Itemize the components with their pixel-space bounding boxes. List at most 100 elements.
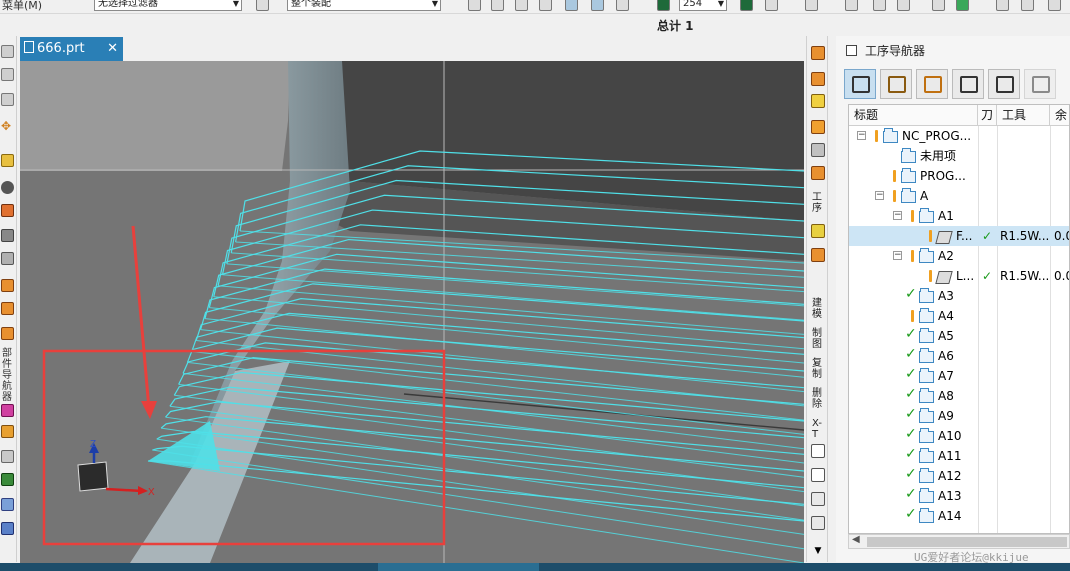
program-row[interactable]: ✓ A14 (849, 506, 1069, 526)
verify-icon[interactable] (811, 166, 825, 180)
column-title[interactable]: 标题 (849, 105, 978, 126)
layout-icon[interactable] (845, 0, 858, 11)
create-view-button[interactable] (988, 69, 1020, 99)
view-icon[interactable] (1, 181, 14, 194)
snap-icon[interactable] (515, 0, 528, 11)
history-icon[interactable] (1, 279, 14, 292)
snap-point-icon[interactable] (1, 154, 14, 167)
operation-tree[interactable]: 标题 刀 工具 余 − NC_PROG... 未用项 PROG... − A − A1 F...… (848, 104, 1070, 534)
program-row[interactable]: − A2 (849, 246, 1069, 266)
more-icon[interactable] (1048, 0, 1061, 11)
document-tab[interactable]: 666.prt ✕ (20, 37, 123, 61)
scrollbar-thumb[interactable] (867, 537, 1067, 547)
program-row[interactable]: ✓ A12 (849, 466, 1069, 486)
reuse-icon[interactable] (1, 302, 14, 315)
close-icon[interactable]: ✕ (107, 37, 118, 61)
system-icon[interactable] (1, 498, 14, 511)
collapse-toggle-icon[interactable]: − (857, 131, 866, 140)
program-row[interactable]: ✓ A13 (849, 486, 1069, 506)
web-icon[interactable] (1, 450, 14, 463)
constraint-navigator-icon[interactable] (1, 93, 14, 106)
graphics-viewport[interactable]: X Z (20, 61, 804, 563)
program-row[interactable]: ✓ A6 (849, 346, 1069, 366)
arrow-right-icon[interactable] (740, 0, 753, 11)
selection-filter-select[interactable]: 无选择过滤器 ▼ (94, 0, 242, 11)
solid-icon[interactable] (765, 0, 778, 11)
delete-view-button[interactable] (1024, 69, 1056, 99)
cut-icon[interactable] (811, 516, 825, 530)
measure-icon[interactable] (932, 0, 945, 11)
scroll-left-icon[interactable]: ◀ (852, 534, 860, 545)
create-geometry-icon[interactable] (811, 94, 825, 108)
move-icon[interactable]: ✥ (1, 120, 14, 133)
palette-icon[interactable] (1, 425, 14, 438)
frame-icon[interactable] (873, 0, 886, 11)
refresh-icon[interactable] (468, 0, 481, 11)
operation-row[interactable]: F... ✓ R1.5W... 0.0 (849, 226, 1069, 246)
settings-icon[interactable] (996, 0, 1009, 11)
modeling-label[interactable]: 建模 (812, 298, 824, 320)
collapse-toggle-icon[interactable]: − (893, 251, 902, 260)
delete-label[interactable]: 删除 (812, 388, 824, 410)
program-row[interactable]: ✓ A5 (849, 326, 1069, 346)
point-icon[interactable] (539, 0, 552, 11)
shop-doc-icon[interactable] (811, 248, 825, 262)
program-row[interactable]: − A (849, 186, 1069, 206)
part-navigator-vertical-label[interactable]: 部件导航器 (2, 348, 14, 403)
assembly-navigator-icon[interactable] (1, 68, 14, 81)
materials-icon[interactable] (1, 522, 14, 535)
program-row[interactable]: ✓ A11 (849, 446, 1069, 466)
method-view-button[interactable] (952, 69, 984, 99)
new-file-icon[interactable] (811, 444, 825, 458)
postprocess-icon[interactable] (811, 224, 825, 238)
copy-view-icon[interactable] (616, 0, 629, 11)
rect-icon[interactable] (897, 0, 910, 11)
program-row[interactable]: 未用项 (849, 146, 1069, 166)
tree-horizontal-scrollbar[interactable]: ◀ (848, 534, 1070, 549)
generate-icon[interactable] (811, 143, 825, 157)
program-row[interactable]: A4 (849, 306, 1069, 326)
menu-button[interactable]: 菜单(M) (2, 0, 42, 13)
ruler-icon[interactable] (1, 252, 14, 265)
program-row[interactable]: ✓ A7 (849, 366, 1069, 386)
collapse-toggle-icon[interactable]: − (875, 191, 884, 200)
program-row[interactable]: − NC_PROG... (849, 126, 1069, 146)
panel-checkbox[interactable] (846, 45, 857, 56)
box-icon[interactable] (805, 0, 818, 11)
eye-settings-icon[interactable] (591, 0, 604, 11)
library-icon[interactable] (1, 327, 14, 340)
save-icon[interactable] (811, 492, 825, 506)
copy-label[interactable]: 复制 (812, 358, 824, 380)
part-navigator-icon[interactable] (1, 45, 14, 58)
program-row[interactable]: ✓ A3 (849, 286, 1069, 306)
open-file-icon[interactable] (811, 468, 825, 482)
create-tool-icon[interactable] (811, 72, 825, 86)
operation-row[interactable]: L... ✓ R1.5W... 0.0 (849, 266, 1069, 286)
section-icon[interactable] (1, 204, 14, 217)
roles-icon[interactable] (1, 404, 14, 417)
column-stock[interactable]: 余 (1050, 105, 1069, 126)
operation-label[interactable]: 工序 (812, 192, 824, 214)
program-row[interactable]: − A1 (849, 206, 1069, 226)
xt-label[interactable]: X-T (812, 418, 824, 440)
program-row[interactable]: ✓ A10 (849, 426, 1069, 446)
program-row[interactable]: PROG... (849, 166, 1069, 186)
create-operation-icon[interactable] (811, 46, 825, 60)
scroll-down-icon[interactable]: ▼ (811, 544, 825, 558)
rotate-icon[interactable] (491, 0, 504, 11)
program-row[interactable]: ✓ A9 (849, 406, 1069, 426)
assembly-scope-icon[interactable] (256, 0, 269, 11)
green-toggle-icon[interactable] (956, 0, 969, 11)
column-tool[interactable]: 工具 (997, 105, 1050, 126)
number-select[interactable]: 254 ▼ (679, 0, 727, 11)
program-row[interactable]: ✓ A8 (849, 386, 1069, 406)
program-order-view-button[interactable] (844, 69, 876, 99)
process-icon[interactable] (1, 473, 14, 486)
drafting-label[interactable]: 制图 (812, 328, 824, 350)
eye-icon[interactable] (565, 0, 578, 11)
column-path[interactable]: 刀 (978, 105, 997, 126)
tools-icon[interactable] (1021, 0, 1034, 11)
geometry-view-button[interactable] (916, 69, 948, 99)
layer-icon[interactable] (1, 229, 14, 242)
machine-tool-view-button[interactable] (880, 69, 912, 99)
